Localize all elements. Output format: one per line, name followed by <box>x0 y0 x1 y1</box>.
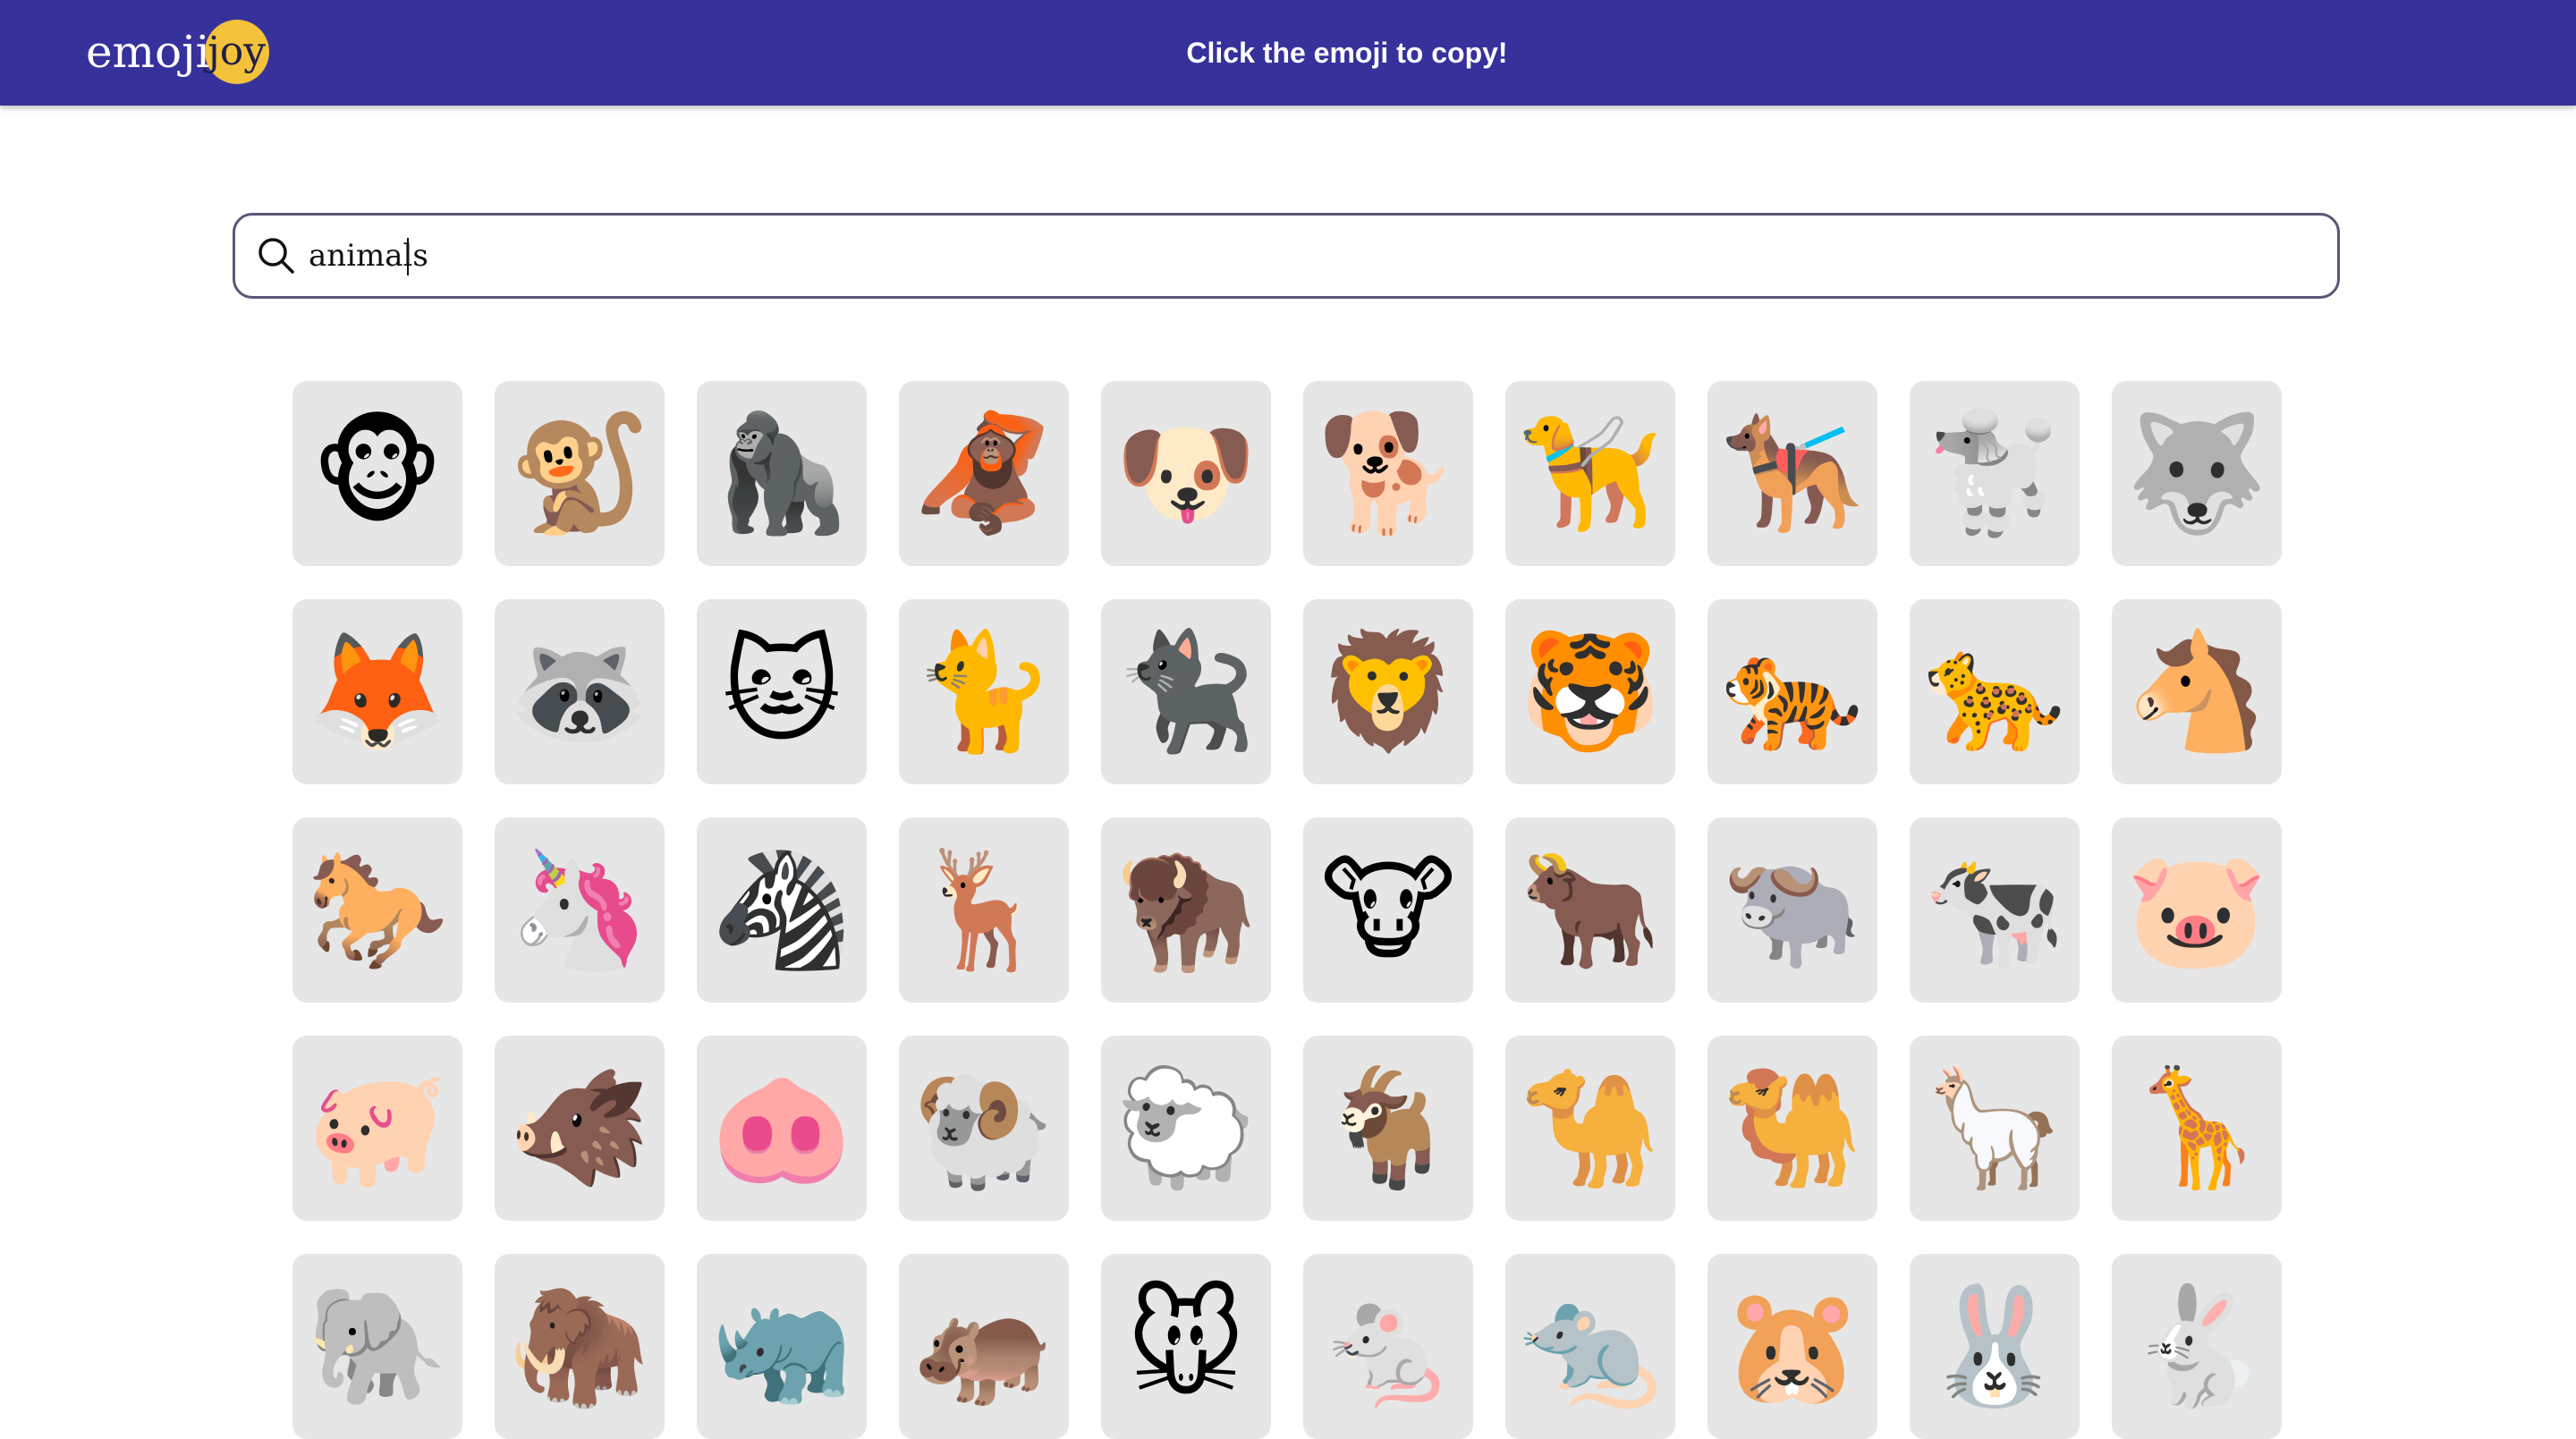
emoji-tile[interactable]: 🐎 <box>292 817 462 1003</box>
emoji-tile[interactable]: 🐇 <box>2112 1254 2282 1439</box>
emoji-tile[interactable]: 🦌 <box>899 817 1069 1003</box>
emoji-tile[interactable]: 🐴 <box>2112 599 2282 784</box>
logo-badge: joy <box>204 20 269 84</box>
emoji-tile[interactable]: 🐒 <box>495 381 665 566</box>
emoji-tile[interactable]: 🐖 <box>292 1036 462 1221</box>
emoji-tile[interactable]: 🦣 <box>495 1254 665 1439</box>
emoji-tile[interactable]: 🐕‍🦺 <box>1707 381 1877 566</box>
emoji-tile[interactable]: 🐺 <box>2112 381 2282 566</box>
logo-text: emoji <box>86 26 210 78</box>
search-input[interactable] <box>309 229 2276 283</box>
emoji-tile[interactable]: 🐮 <box>1303 817 1473 1003</box>
emoji-tile[interactable]: 🐷 <box>2112 817 2282 1003</box>
emoji-tile[interactable]: 🐹 <box>1707 1254 1877 1439</box>
emoji-tile[interactable]: 🦙 <box>1910 1036 2080 1221</box>
emoji-tile[interactable]: 🐯 <box>1505 599 1675 784</box>
emoji-tile[interactable]: 🐐 <box>1303 1036 1473 1221</box>
emoji-tile[interactable]: 🦓 <box>697 817 867 1003</box>
emoji-tile[interactable]: 🐀 <box>1505 1254 1675 1439</box>
emoji-tile[interactable]: 🦏 <box>697 1254 867 1439</box>
emoji-tile[interactable]: 🦍 <box>697 381 867 566</box>
emoji-tile[interactable]: 🦧 <box>899 381 1069 566</box>
top-header: emoji joy Click the emoji to copy! <box>0 0 2576 106</box>
emoji-tile[interactable]: 🐵 <box>292 381 462 566</box>
emoji-tile[interactable]: 🐫 <box>1707 1036 1877 1221</box>
emoji-tile[interactable]: 🐭 <box>1101 1254 1271 1439</box>
emoji-tile[interactable]: 🐑 <box>1101 1036 1271 1221</box>
text-cursor <box>407 238 409 275</box>
emoji-tile[interactable]: 🐕 <box>1303 381 1473 566</box>
emoji-tile[interactable]: 🦒 <box>2112 1036 2282 1221</box>
emoji-tile[interactable]: 🐪 <box>1505 1036 1675 1221</box>
emoji-tile[interactable]: 🦝 <box>495 599 665 784</box>
emoji-tile[interactable]: 🐽 <box>697 1036 867 1221</box>
emoji-tile[interactable]: 🐄 <box>1910 817 2080 1003</box>
emoji-tile[interactable]: 🐰 <box>1910 1254 2080 1439</box>
emoji-tile[interactable]: 🦄 <box>495 817 665 1003</box>
header-tagline: Click the emoji to copy! <box>1186 37 1508 69</box>
emoji-tile[interactable]: 🐆 <box>1910 599 2080 784</box>
emoji-tile[interactable]: 🐱 <box>697 599 867 784</box>
emoji-tile[interactable]: 🐏 <box>899 1036 1069 1221</box>
emoji-tile[interactable]: 🦮 <box>1505 381 1675 566</box>
emoji-tile[interactable]: 🐂 <box>1505 817 1675 1003</box>
emoji-tile[interactable]: 🦁 <box>1303 599 1473 784</box>
emoji-tile[interactable]: 🐃 <box>1707 817 1877 1003</box>
emoji-tile[interactable]: 🦛 <box>899 1254 1069 1439</box>
emoji-tile[interactable]: 🐘 <box>292 1254 462 1439</box>
emoji-grid: 🐵 🐒 🦍 🦧 🐶 🐕 🦮 🐕‍🦺 🐩 🐺 🦊 🦝 🐱 🐈 🐈‍⬛ 🦁 🐯 🐅 🐆 🐴 🐎 🦄 🦓 🦌 🦬 🐮 🐂 🐃 🐄 🐷 🐖 🐗 🐽 🐏 🐑 🐐… <box>292 381 2284 1439</box>
emoji-tile[interactable]: 🐗 <box>495 1036 665 1221</box>
emoji-tile[interactable]: 🐶 <box>1101 381 1271 566</box>
emoji-tile[interactable]: 🐈‍⬛ <box>1101 599 1271 784</box>
search-box[interactable] <box>233 213 2340 299</box>
emoji-tile[interactable]: 🐈 <box>899 599 1069 784</box>
emoji-tile[interactable]: 🐩 <box>1910 381 2080 566</box>
emoji-tile[interactable]: 🦬 <box>1101 817 1271 1003</box>
emoji-tile[interactable]: 🐅 <box>1707 599 1877 784</box>
search-icon <box>258 238 294 274</box>
emoji-tile[interactable]: 🦊 <box>292 599 462 784</box>
logo[interactable]: emoji joy <box>86 20 269 84</box>
emoji-tile[interactable]: 🐁 <box>1303 1254 1473 1439</box>
